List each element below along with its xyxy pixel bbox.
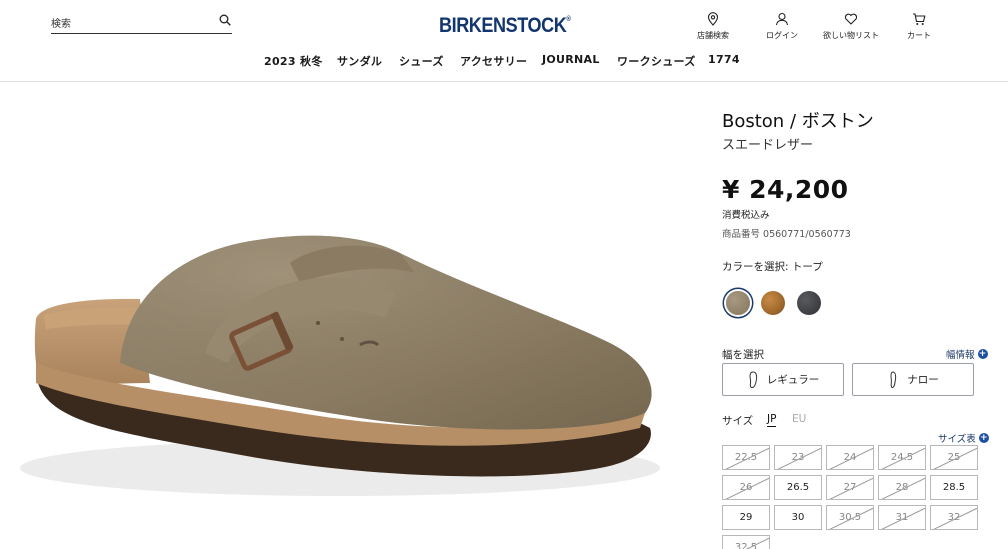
size-option[interactable]: 24	[826, 445, 874, 470]
product-image[interactable]	[0, 83, 700, 549]
size-option[interactable]: 29	[722, 505, 770, 530]
product-material: スエードレザー	[722, 138, 814, 153]
product-sku: 商品番号 0560771/0560773	[722, 229, 851, 240]
size-grid: 22.5 23 24 24.5 25 26 26.5 27 28 28.5 29…	[722, 445, 992, 549]
width-info-link[interactable]: 幅情報 +	[946, 347, 988, 361]
cart-link[interactable]: カート	[907, 12, 931, 41]
size-option[interactable]: 22.5	[722, 445, 770, 470]
product-price: ¥ 24,200	[722, 175, 849, 204]
brand-logo[interactable]: BIRKENSTOCK®	[439, 14, 571, 38]
size-option[interactable]: 30.5	[826, 505, 874, 530]
size-label: サイズ	[722, 415, 754, 427]
width-label: 幅を選択	[722, 349, 764, 361]
size-option[interactable]: 30	[774, 505, 822, 530]
cart-icon	[913, 13, 926, 25]
size-option[interactable]: 31	[878, 505, 926, 530]
width-option-regular[interactable]: レギュラー	[722, 363, 844, 396]
nav-item-1774[interactable]: 1774	[708, 53, 740, 66]
product-title: Boston / ボストン	[722, 111, 874, 132]
foot-narrow-icon	[890, 370, 897, 388]
plus-circle-icon: +	[977, 349, 988, 359]
search-input[interactable]	[51, 14, 211, 35]
store-locator-link[interactable]: 店舗検索	[697, 12, 729, 41]
color-swatch-taupe[interactable]	[726, 291, 750, 315]
size-option[interactable]: 32	[930, 505, 978, 530]
size-option[interactable]: 23	[774, 445, 822, 470]
nav-item-sandals[interactable]: サンダル	[337, 53, 382, 69]
size-option[interactable]: 25	[930, 445, 978, 470]
plus-circle-icon: +	[978, 433, 989, 443]
nav-item-accessories[interactable]: アクセサリー	[460, 53, 527, 69]
nav-item-journal[interactable]: JOURNAL	[542, 53, 600, 66]
nav-item-shoes[interactable]: シューズ	[399, 53, 444, 69]
foot-regular-icon	[749, 370, 757, 388]
nav-item-work-shoes[interactable]: ワークシューズ	[617, 53, 696, 69]
size-option[interactable]: 32.5	[722, 535, 770, 549]
user-icon	[775, 12, 789, 26]
search-bar	[51, 12, 232, 35]
nav-item-2023-fw[interactable]: 2023 秋冬	[264, 53, 323, 69]
size-option[interactable]: 28	[878, 475, 926, 500]
size-system-jp-tab[interactable]: JP	[767, 413, 777, 427]
login-link[interactable]: ログイン	[766, 12, 798, 41]
size-option[interactable]: 26.5	[774, 475, 822, 500]
tax-note: 消費税込み	[722, 210, 770, 221]
size-system-eu-tab[interactable]: EU	[792, 413, 806, 425]
size-option[interactable]: 24.5	[878, 445, 926, 470]
location-pin-icon	[707, 12, 719, 26]
color-swatch-cork-brown[interactable]	[761, 291, 785, 315]
color-swatch-graphite[interactable]	[797, 291, 821, 315]
size-option[interactable]: 26	[722, 475, 770, 500]
site-header: BIRKENSTOCK® 店舗検索 ログイン 欲しい物リスト カート 2023 …	[0, 0, 1008, 82]
wishlist-link[interactable]: 欲しい物リスト	[823, 12, 879, 41]
size-chart-link[interactable]: サイズ表 +	[938, 431, 989, 445]
heart-icon	[844, 13, 858, 25]
size-option[interactable]: 28.5	[930, 475, 978, 500]
width-option-narrow[interactable]: ナロー	[852, 363, 974, 396]
search-icon[interactable]	[219, 14, 231, 26]
size-option[interactable]: 27	[826, 475, 874, 500]
color-label: カラーを選択: トープ	[722, 261, 823, 273]
